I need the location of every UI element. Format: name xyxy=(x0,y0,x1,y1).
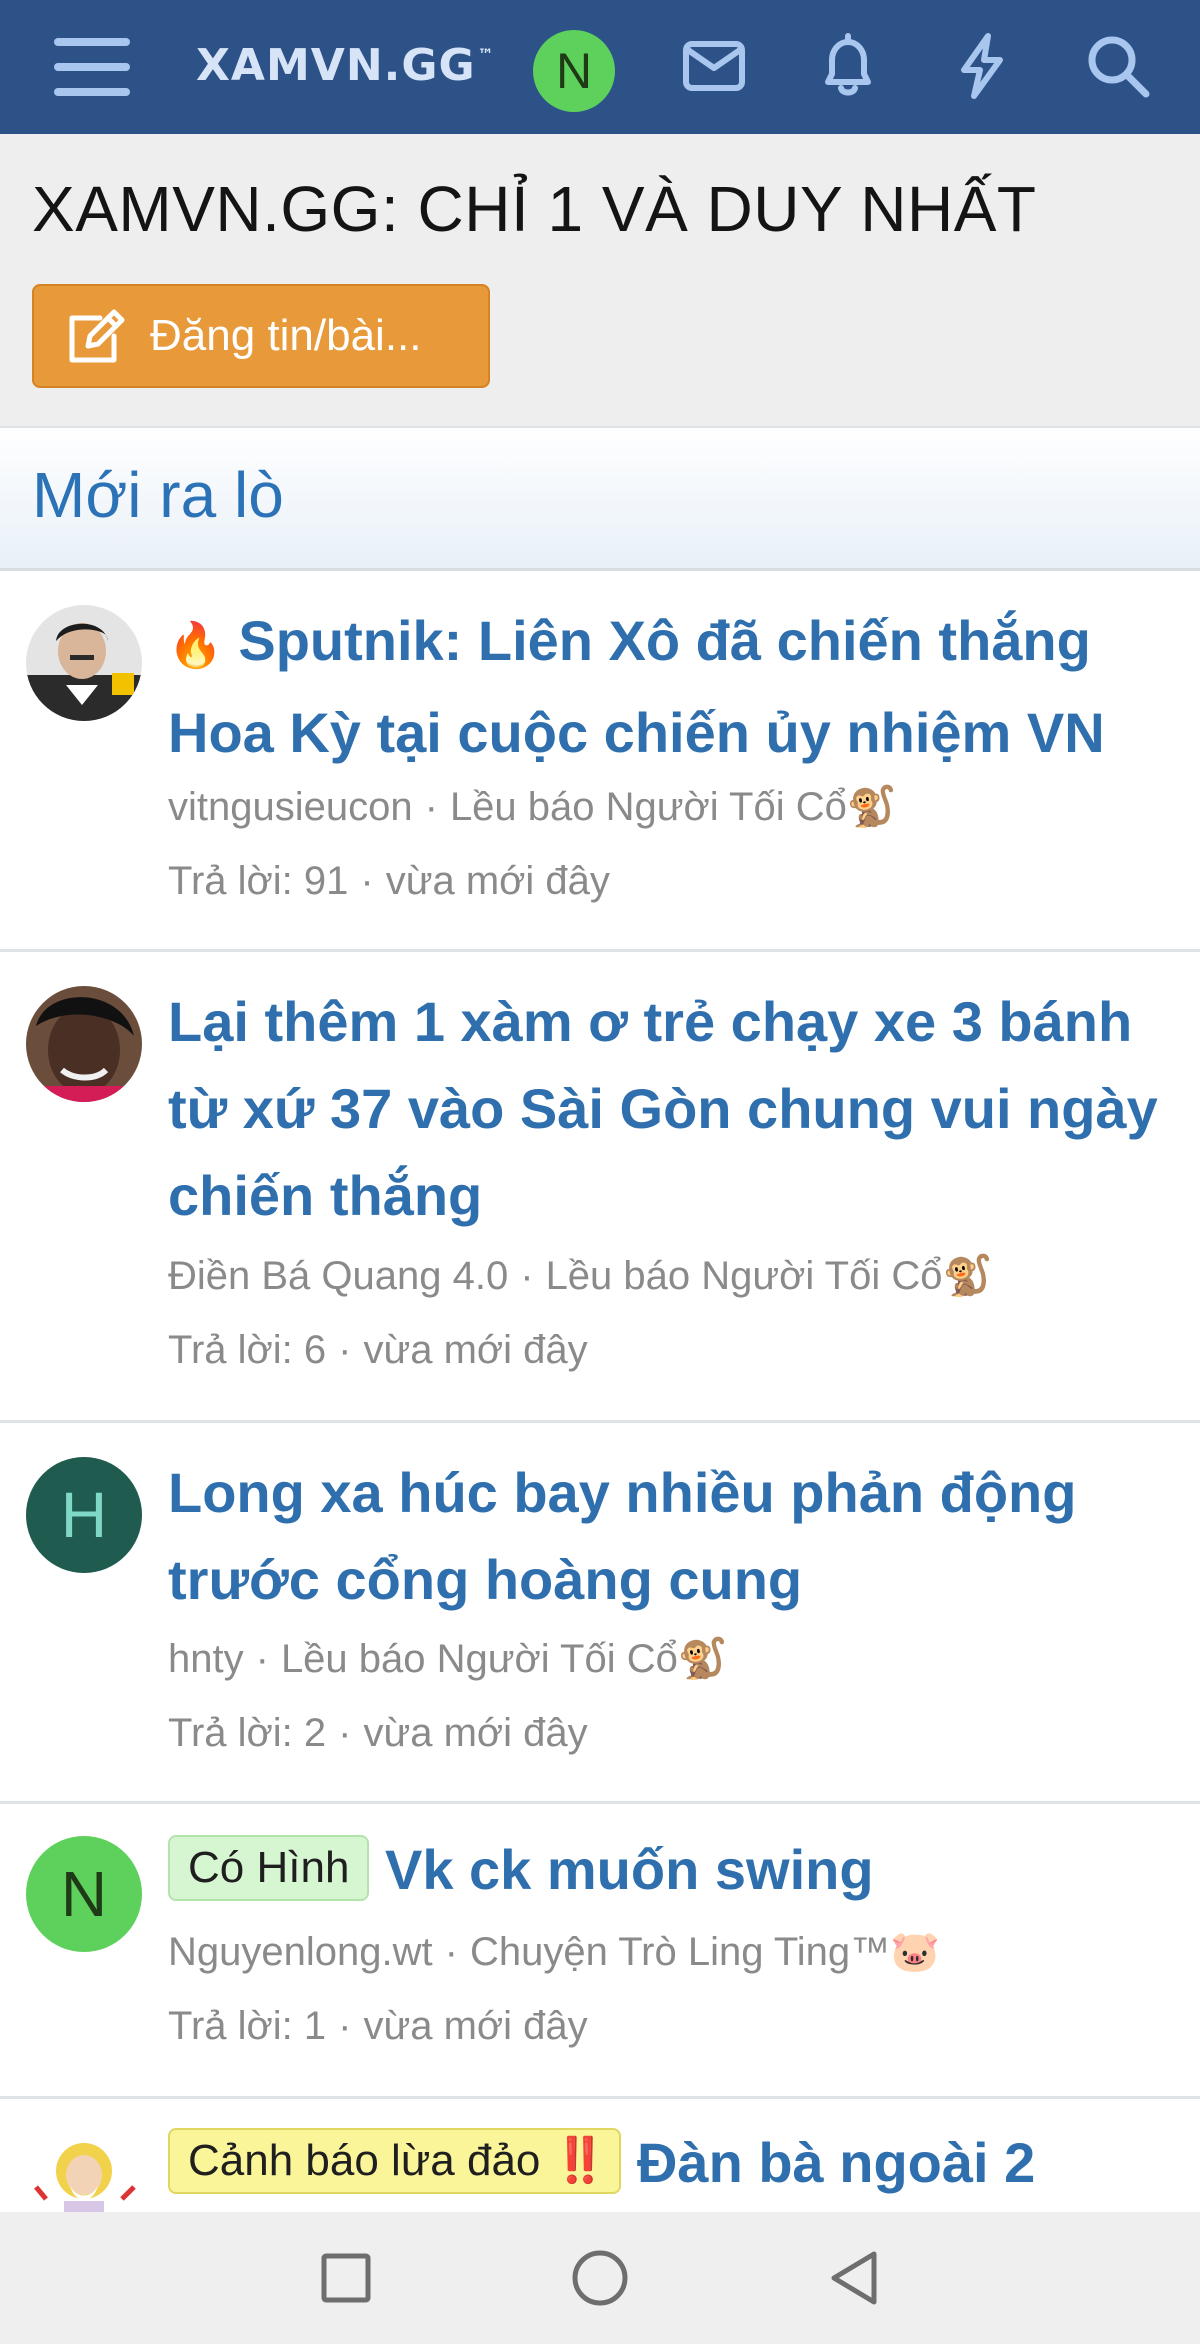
thread-meta: Điền Bá Quang 4.0 · Lều báo Người Tối Cổ🐒 xyxy=(168,1254,993,1298)
thread-time[interactable]: vừa mới đây xyxy=(363,2004,587,2048)
logo-tm: ™ xyxy=(477,45,495,64)
thread-stats: Trả lời: 91 · vừa mới đây xyxy=(168,859,610,903)
thread-title[interactable]: Cảnh báo lừa đảo ‼️ Đàn bà ngoài 2 xyxy=(168,2119,1178,2206)
thread-stats: Trả lời: 6 · vừa mới đây xyxy=(168,1328,588,1372)
thread-title[interactable]: Long xa húc bay nhiều phản động trước cổ… xyxy=(168,1449,1178,1623)
thread-author[interactable]: vitngusieucon xyxy=(168,785,413,829)
prefix-badge[interactable]: Cảnh báo lừa đảo ‼️ xyxy=(168,2128,622,2195)
thread-forum[interactable]: Lều báo Người Tối Cổ🐒 xyxy=(450,785,897,829)
edit-icon xyxy=(69,309,125,363)
user-avatar[interactable]: N xyxy=(533,30,615,112)
bell-icon[interactable] xyxy=(810,28,886,104)
thread-time[interactable]: vừa mới đây xyxy=(363,1328,587,1372)
square-icon[interactable] xyxy=(314,2246,378,2310)
thread-time[interactable]: vừa mới đây xyxy=(363,1711,587,1755)
thread-stats: Trả lời: 1 · vừa mới đây xyxy=(168,2004,588,2048)
section-title[interactable]: Mới ra lò xyxy=(32,458,284,532)
site-logo[interactable]: XAMVN.GG ™ xyxy=(196,36,495,96)
circle-icon[interactable] xyxy=(568,2246,632,2310)
search-icon[interactable] xyxy=(1080,28,1156,104)
thread-item[interactable]: H Long xa húc bay nhiều phản động trước … xyxy=(0,1423,1200,1804)
thread-forum[interactable]: Lều báo Người Tối Cổ🐒 xyxy=(281,1637,728,1681)
thread-meta: hnty · Lều báo Người Tối Cổ🐒 xyxy=(168,1637,728,1681)
system-nav-bar xyxy=(0,2212,1200,2344)
avatar[interactable] xyxy=(26,986,142,1102)
prefix-badge[interactable]: Có Hình xyxy=(168,1835,370,1902)
top-header: XAMVN.GG ™ N xyxy=(0,0,1200,134)
thread-time[interactable]: vừa mới đây xyxy=(386,859,610,903)
fire-icon: 🔥 xyxy=(168,621,223,670)
bolt-icon[interactable] xyxy=(944,28,1020,104)
thread-stats: Trả lời: 2 · vừa mới đây xyxy=(168,1711,588,1755)
title-area: XAMVN.GG: CHỈ 1 VÀ DUY NHẤT Đăng tin/bài… xyxy=(0,134,1200,428)
thread-author[interactable]: Nguyenlong.wt xyxy=(168,1930,433,1974)
mail-icon[interactable] xyxy=(676,28,752,104)
thread-title[interactable]: Lại thêm 1 xàm ơ trẻ chạy xe 3 bánh từ x… xyxy=(168,978,1178,1239)
thread-item[interactable]: Cảnh báo lừa đảo ‼️ Đàn bà ngoài 2 xyxy=(0,2099,1200,2212)
thread-replies: Trả lời: 2 xyxy=(168,1711,327,1755)
triangle-back-icon[interactable] xyxy=(822,2246,886,2310)
thread-author[interactable]: hnty xyxy=(168,1637,244,1681)
thread-item[interactable]: N Có Hình Vk ck muốn swing Nguyenlong.wt… xyxy=(0,1804,1200,2099)
avatar[interactable]: N xyxy=(26,1836,142,1952)
post-thread-label: Đăng tin/bài... xyxy=(150,311,422,360)
thread-title[interactable]: Có Hình Vk ck muốn swing xyxy=(168,1826,1178,1913)
thread-title[interactable]: 🔥 Sputnik: Liên Xô đã chiến thắng Hoa Kỳ… xyxy=(168,597,1178,776)
menu-icon[interactable] xyxy=(54,38,130,96)
thread-title-text: Vk ck muốn swing xyxy=(384,1838,874,1901)
section-header: Mới ra lò xyxy=(0,428,1200,571)
thread-meta: vitngusieucon · Lều báo Người Tối Cổ🐒 xyxy=(168,785,897,829)
logo-suffix: .GG xyxy=(383,40,476,91)
post-thread-button[interactable]: Đăng tin/bài... xyxy=(32,284,490,388)
logo-main: XAMVN xyxy=(196,40,384,91)
thread-item[interactable]: 🔥 Sputnik: Liên Xô đã chiến thắng Hoa Kỳ… xyxy=(0,571,1200,952)
thread-replies: Trả lời: 91 xyxy=(168,859,349,903)
thread-replies: Trả lời: 1 xyxy=(168,2004,327,2048)
thread-replies: Trả lời: 6 xyxy=(168,1328,327,1372)
thread-forum[interactable]: Chuyện Trò Ling Ting™🐷 xyxy=(470,1930,940,1974)
page-title: XAMVN.GG: CHỈ 1 VÀ DUY NHẤT xyxy=(32,173,1037,245)
thread-forum[interactable]: Lều báo Người Tối Cổ🐒 xyxy=(546,1254,993,1298)
thread-title-text: Sputnik: Liên Xô đã chiến thắng Hoa Kỳ t… xyxy=(168,609,1105,764)
warning-icon: ‼️ xyxy=(552,2136,608,2186)
avatar[interactable]: H xyxy=(26,1457,142,1573)
thread-item[interactable]: Lại thêm 1 xàm ơ trẻ chạy xe 3 bánh từ x… xyxy=(0,952,1200,1423)
avatar[interactable] xyxy=(26,2129,142,2212)
prefix-label: Cảnh báo lừa đảo xyxy=(188,2136,541,2186)
avatar[interactable] xyxy=(26,605,142,721)
thread-author[interactable]: Điền Bá Quang 4.0 xyxy=(168,1254,508,1298)
thread-meta: Nguyenlong.wt · Chuyện Trò Ling Ting™🐷 xyxy=(168,1930,940,1974)
thread-title-text: Đàn bà ngoài 2 xyxy=(636,2131,1036,2194)
